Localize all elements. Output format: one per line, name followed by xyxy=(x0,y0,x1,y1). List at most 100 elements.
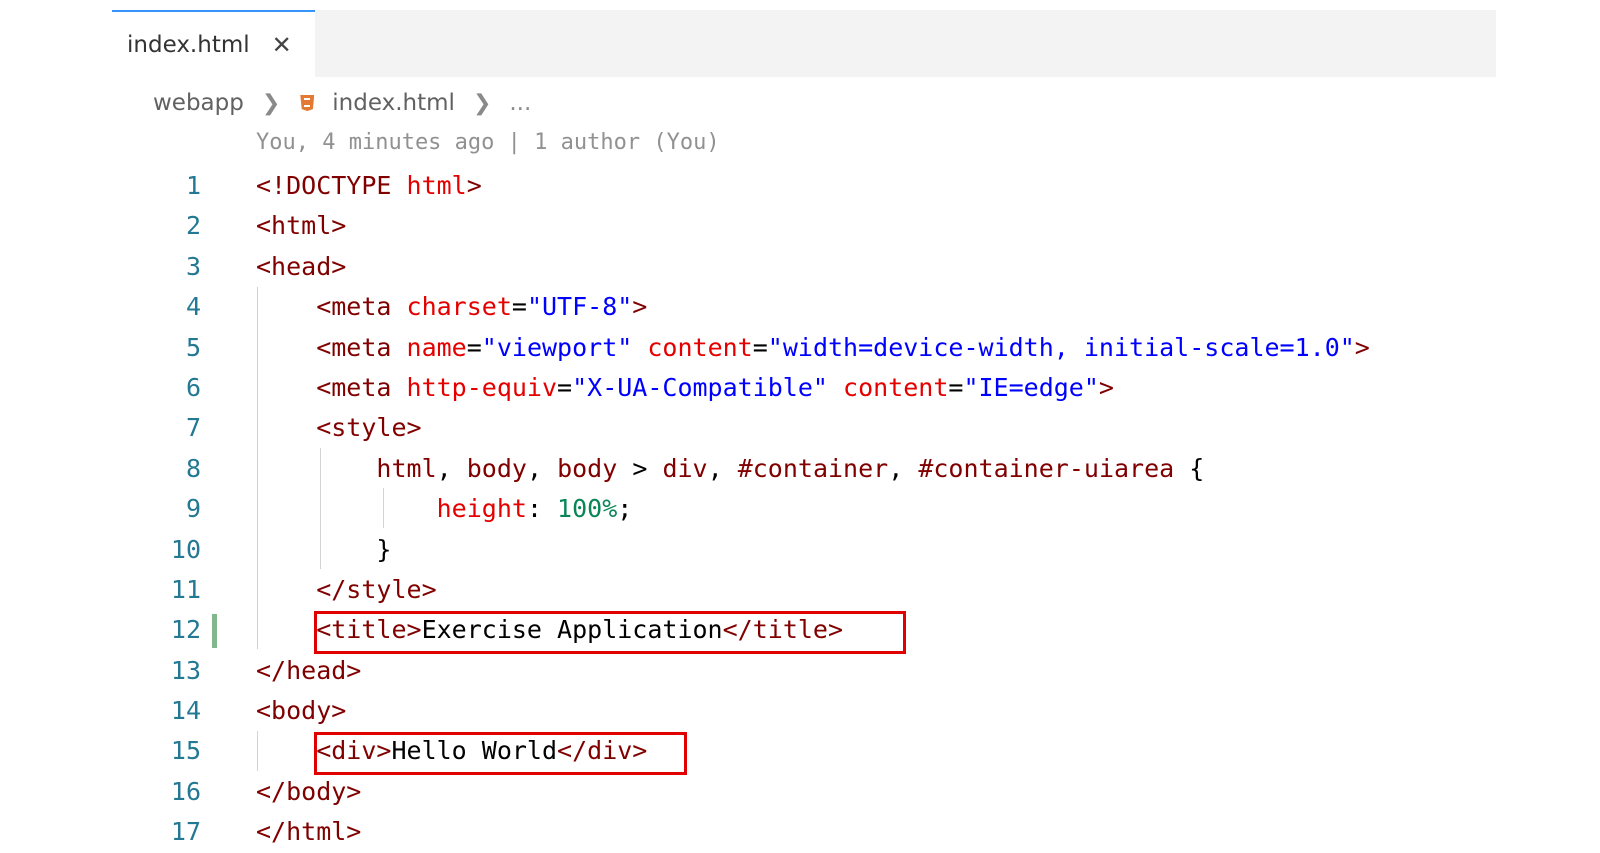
breadcrumb: webapp ❯ index.html ❯ ... xyxy=(153,86,531,120)
code-text: <meta name="viewport" content="width=dev… xyxy=(256,328,1370,368)
code-token: html xyxy=(406,171,467,200)
line-number: 12 xyxy=(170,615,201,645)
code-line[interactable]: 11 </style> xyxy=(0,570,1600,610)
code-token: "X-UA-Compatible" xyxy=(572,372,828,402)
code-line[interactable]: 7 <style> xyxy=(0,408,1600,448)
code-token: , xyxy=(888,453,919,483)
highlight-box-title xyxy=(314,611,906,654)
code-text: </body> xyxy=(256,772,361,812)
close-icon[interactable]: ✕ xyxy=(272,33,292,57)
code-line[interactable]: 13 </head> xyxy=(0,651,1600,691)
code-line[interactable]: 17 </html> xyxy=(0,812,1600,852)
code-text: <body> xyxy=(256,691,346,731)
code-token: = xyxy=(752,332,768,362)
code-token: http-equiv xyxy=(406,372,558,402)
modified-line-indicator xyxy=(212,614,217,649)
code-line[interactable]: 3 <head> xyxy=(0,247,1600,287)
code-text: <!DOCTYPE html> xyxy=(256,166,482,206)
code-text: <html> xyxy=(256,206,346,246)
line-number: 6 xyxy=(185,372,201,402)
tab-bar: index.html ✕ xyxy=(112,10,1496,77)
tab-label: index.html xyxy=(127,31,250,58)
code-text: <meta charset="UTF-8"> xyxy=(256,287,647,327)
code-token: "IE=edge" xyxy=(963,372,1099,402)
code-line[interactable]: 8 html, body, body > div, #container, #c… xyxy=(0,449,1600,489)
code-token: content xyxy=(843,372,949,402)
tab-index-html[interactable]: index.html ✕ xyxy=(112,10,315,77)
line-number: 2 xyxy=(185,211,201,241)
line-number: 15 xyxy=(170,736,201,766)
code-line[interactable]: 1 <!DOCTYPE html> xyxy=(0,166,1600,206)
code-area[interactable]: 1 <!DOCTYPE html> 2 <html> 3 <head> 4 <meta ch… xyxy=(0,166,1600,853)
code-token: "UTF-8" xyxy=(526,292,633,322)
code-token: <style> xyxy=(256,413,422,443)
code-line[interactable]: 2 <html> xyxy=(0,206,1600,246)
chevron-right-icon: ❯ xyxy=(261,90,281,116)
code-token: } xyxy=(256,534,392,564)
code-line[interactable]: 6 <meta http-equiv="X-UA-Compatible" con… xyxy=(0,368,1600,408)
codelens-blame[interactable]: You, 4 minutes ago | 1 author (You) xyxy=(256,128,720,158)
breadcrumb-file[interactable]: index.html xyxy=(332,90,455,116)
line-number: 13 xyxy=(170,655,201,685)
code-token: #container xyxy=(737,453,889,483)
line-number: 10 xyxy=(170,534,201,564)
code-line[interactable]: 4 <meta charset="UTF-8"> xyxy=(0,287,1600,327)
code-token: </head> xyxy=(256,655,362,685)
code-token: html xyxy=(256,453,437,483)
line-number: 3 xyxy=(185,251,201,281)
code-token: ; xyxy=(617,494,633,524)
line-number: 5 xyxy=(185,332,201,362)
code-token: <meta xyxy=(256,332,407,362)
code-token: > xyxy=(466,171,482,200)
code-token: 100% xyxy=(557,494,618,524)
code-token: , xyxy=(526,453,558,483)
html5-icon xyxy=(300,95,315,111)
code-line[interactable]: 10 } xyxy=(0,530,1600,570)
code-token: > xyxy=(1098,372,1114,402)
code-token: <head> xyxy=(256,251,347,281)
code-token: = xyxy=(948,372,964,402)
code-text: </head> xyxy=(256,651,361,691)
code-token: = xyxy=(557,372,573,402)
code-line[interactable]: 16 </body> xyxy=(0,772,1600,812)
code-text: html, body, body > div, #container, #con… xyxy=(256,449,1204,489)
code-token: content xyxy=(647,332,753,362)
line-number: 17 xyxy=(170,817,201,847)
breadcrumb-folder[interactable]: webapp xyxy=(153,90,244,116)
highlight-box-div xyxy=(314,732,687,775)
code-token: , xyxy=(436,453,467,483)
code-line[interactable]: 14 <body> xyxy=(0,691,1600,731)
code-token: <body> xyxy=(256,696,347,726)
code-token: > xyxy=(617,453,663,483)
code-text: <style> xyxy=(256,408,422,448)
code-token: "viewport" xyxy=(481,332,633,362)
code-line[interactable]: 5 <meta name="viewport" content="width=d… xyxy=(0,328,1600,368)
code-token: </html> xyxy=(256,817,362,847)
line-number: 4 xyxy=(185,292,201,322)
code-token: charset xyxy=(406,292,512,322)
code-editor: index.html ✕ webapp ❯ index.html ❯ ... Y… xyxy=(0,0,1600,853)
line-number: 8 xyxy=(185,453,201,483)
code-token: > xyxy=(1354,332,1370,362)
code-token: = xyxy=(511,292,527,322)
code-line[interactable]: 9 height: 100%; xyxy=(0,489,1600,529)
line-number: 14 xyxy=(170,696,201,726)
code-token: body xyxy=(557,453,618,483)
code-token: div xyxy=(662,453,708,483)
code-text: } xyxy=(256,530,391,570)
code-token: </body> xyxy=(256,776,362,806)
code-line[interactable]: 15 <div>Hello World</div> xyxy=(0,731,1600,771)
code-token: > xyxy=(632,292,648,322)
code-token: { xyxy=(1174,453,1205,483)
breadcrumb-more[interactable]: ... xyxy=(509,90,531,116)
code-token: <html> xyxy=(256,211,347,241)
code-token: </style> xyxy=(256,574,437,604)
line-number: 16 xyxy=(170,776,201,806)
chevron-right-icon: ❯ xyxy=(472,90,492,116)
code-token: , xyxy=(707,453,738,483)
code-token: : xyxy=(526,494,558,524)
code-text: height: 100%; xyxy=(256,489,633,529)
code-text: <meta http-equiv="X-UA-Compatible" conte… xyxy=(256,368,1114,408)
